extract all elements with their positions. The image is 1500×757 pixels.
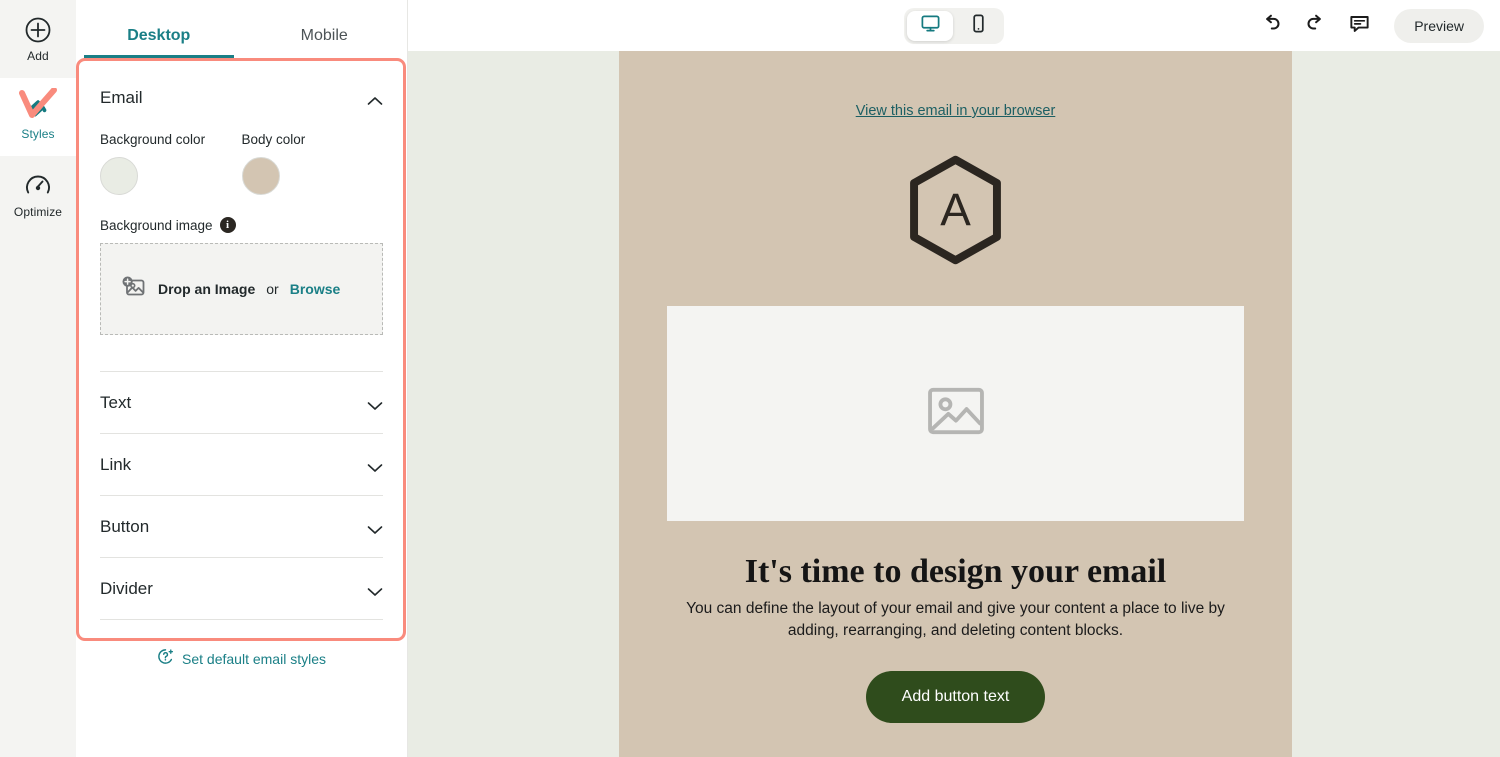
set-default-email-styles-button[interactable]: Set default email styles: [100, 648, 383, 670]
chevron-down-icon[interactable]: [367, 584, 383, 596]
body-color-field: Body color: [241, 132, 384, 195]
preview-button-label: Preview: [1414, 17, 1464, 34]
panel-body: Email Background color Body color Backgr…: [76, 58, 407, 670]
set-default-email-styles-label: Set default email styles: [182, 651, 326, 667]
email-builder-app: Add Styles Optimize Desktop Mobile Email…: [0, 0, 1500, 757]
tab-desktop-label: Desktop: [127, 27, 191, 44]
toolbar-right-actions: Preview: [1258, 8, 1484, 43]
view-in-browser-link[interactable]: View this email in your browser: [856, 103, 1056, 119]
comment-icon: [1348, 12, 1371, 40]
rail-item-add[interactable]: Add: [0, 0, 76, 78]
undo-arrow-icon: [1260, 12, 1283, 40]
accordion-text-label: Text: [100, 392, 132, 412]
monitor-icon: [920, 13, 941, 39]
email-paragraph[interactable]: You can define the layout of your email …: [667, 598, 1245, 643]
desktop-view-button[interactable]: [907, 10, 953, 41]
accordion-link[interactable]: Link: [100, 434, 383, 496]
email-logo-block[interactable]: A: [619, 155, 1292, 270]
background-image-label-row: Background image i: [100, 217, 383, 233]
tab-desktop[interactable]: Desktop: [76, 27, 242, 58]
redo-button[interactable]: [1302, 13, 1328, 39]
tab-mobile[interactable]: Mobile: [242, 27, 408, 58]
magic-question-icon: [157, 648, 174, 670]
accordion-button-label: Button: [100, 516, 150, 536]
plus-circle-icon: [24, 16, 52, 44]
tab-mobile-label: Mobile: [300, 27, 348, 44]
email-canvas: View this email in your browser A It's t…: [408, 51, 1500, 757]
rail-item-optimize[interactable]: Optimize: [0, 156, 76, 234]
styles-panel: Desktop Mobile Email Background color Bo…: [76, 0, 408, 757]
rail-item-add-label: Add: [27, 48, 49, 63]
dropzone-or-text: or: [266, 281, 279, 297]
phone-icon: [968, 13, 989, 39]
chevron-down-icon[interactable]: [367, 460, 383, 472]
info-icon[interactable]: i: [219, 217, 236, 233]
accordion-divider[interactable]: Divider: [100, 558, 383, 620]
top-toolbar: Preview: [408, 0, 1500, 51]
email-section-header[interactable]: Email: [100, 58, 383, 108]
comments-button[interactable]: [1346, 13, 1372, 39]
accordion-divider-label: Divider: [100, 578, 153, 598]
mobile-view-button[interactable]: [955, 11, 1001, 41]
body-color-label: Body color: [241, 132, 306, 147]
image-placeholder-icon: [927, 386, 985, 441]
redo-arrow-icon: [1304, 12, 1327, 40]
panel-tabs: Desktop Mobile: [76, 0, 407, 58]
email-cta-button[interactable]: Add button text: [865, 670, 1046, 723]
left-rail: Add Styles Optimize: [0, 0, 76, 757]
rail-item-styles[interactable]: Styles: [0, 68, 76, 166]
device-toggle: [904, 7, 1004, 44]
dropzone-drop-text: Drop an Image: [158, 281, 256, 297]
preview-button[interactable]: Preview: [1394, 8, 1484, 43]
email-heading[interactable]: It's time to design your email: [619, 553, 1292, 591]
accordion-link-label: Link: [100, 454, 132, 474]
accordion-button[interactable]: Button: [100, 496, 383, 558]
hexagon-logo: A: [907, 155, 1004, 270]
email-body: View this email in your browser A It's t…: [619, 51, 1292, 757]
chevron-down-icon[interactable]: [367, 522, 383, 534]
background-color-swatch[interactable]: [100, 157, 138, 195]
background-color-field: Background color: [100, 132, 242, 195]
background-image-label: Background image: [100, 217, 213, 233]
svg-text:A: A: [940, 183, 971, 235]
chevron-down-icon[interactable]: [367, 398, 383, 410]
body-color-swatch[interactable]: [241, 157, 280, 195]
paint-bucket-icon: [24, 94, 52, 122]
undo-button[interactable]: [1258, 13, 1284, 39]
main-area: Preview View this email in your browser …: [408, 0, 1500, 757]
dropzone-browse-link[interactable]: Browse: [290, 281, 341, 297]
background-color-label: Background color: [100, 132, 206, 147]
color-fields: Background color Body color: [100, 132, 383, 195]
chevron-up-icon[interactable]: [367, 93, 383, 105]
accordion-text[interactable]: Text: [100, 372, 383, 434]
rail-item-styles-label: Styles: [21, 126, 55, 141]
add-image-icon: [121, 274, 147, 305]
rail-item-optimize-label: Optimize: [13, 204, 63, 219]
email-image-block[interactable]: [667, 306, 1244, 521]
email-section-title: Email: [100, 88, 143, 107]
gauge-icon: [24, 172, 52, 200]
image-dropzone[interactable]: Drop an Image or Browse: [100, 243, 383, 335]
